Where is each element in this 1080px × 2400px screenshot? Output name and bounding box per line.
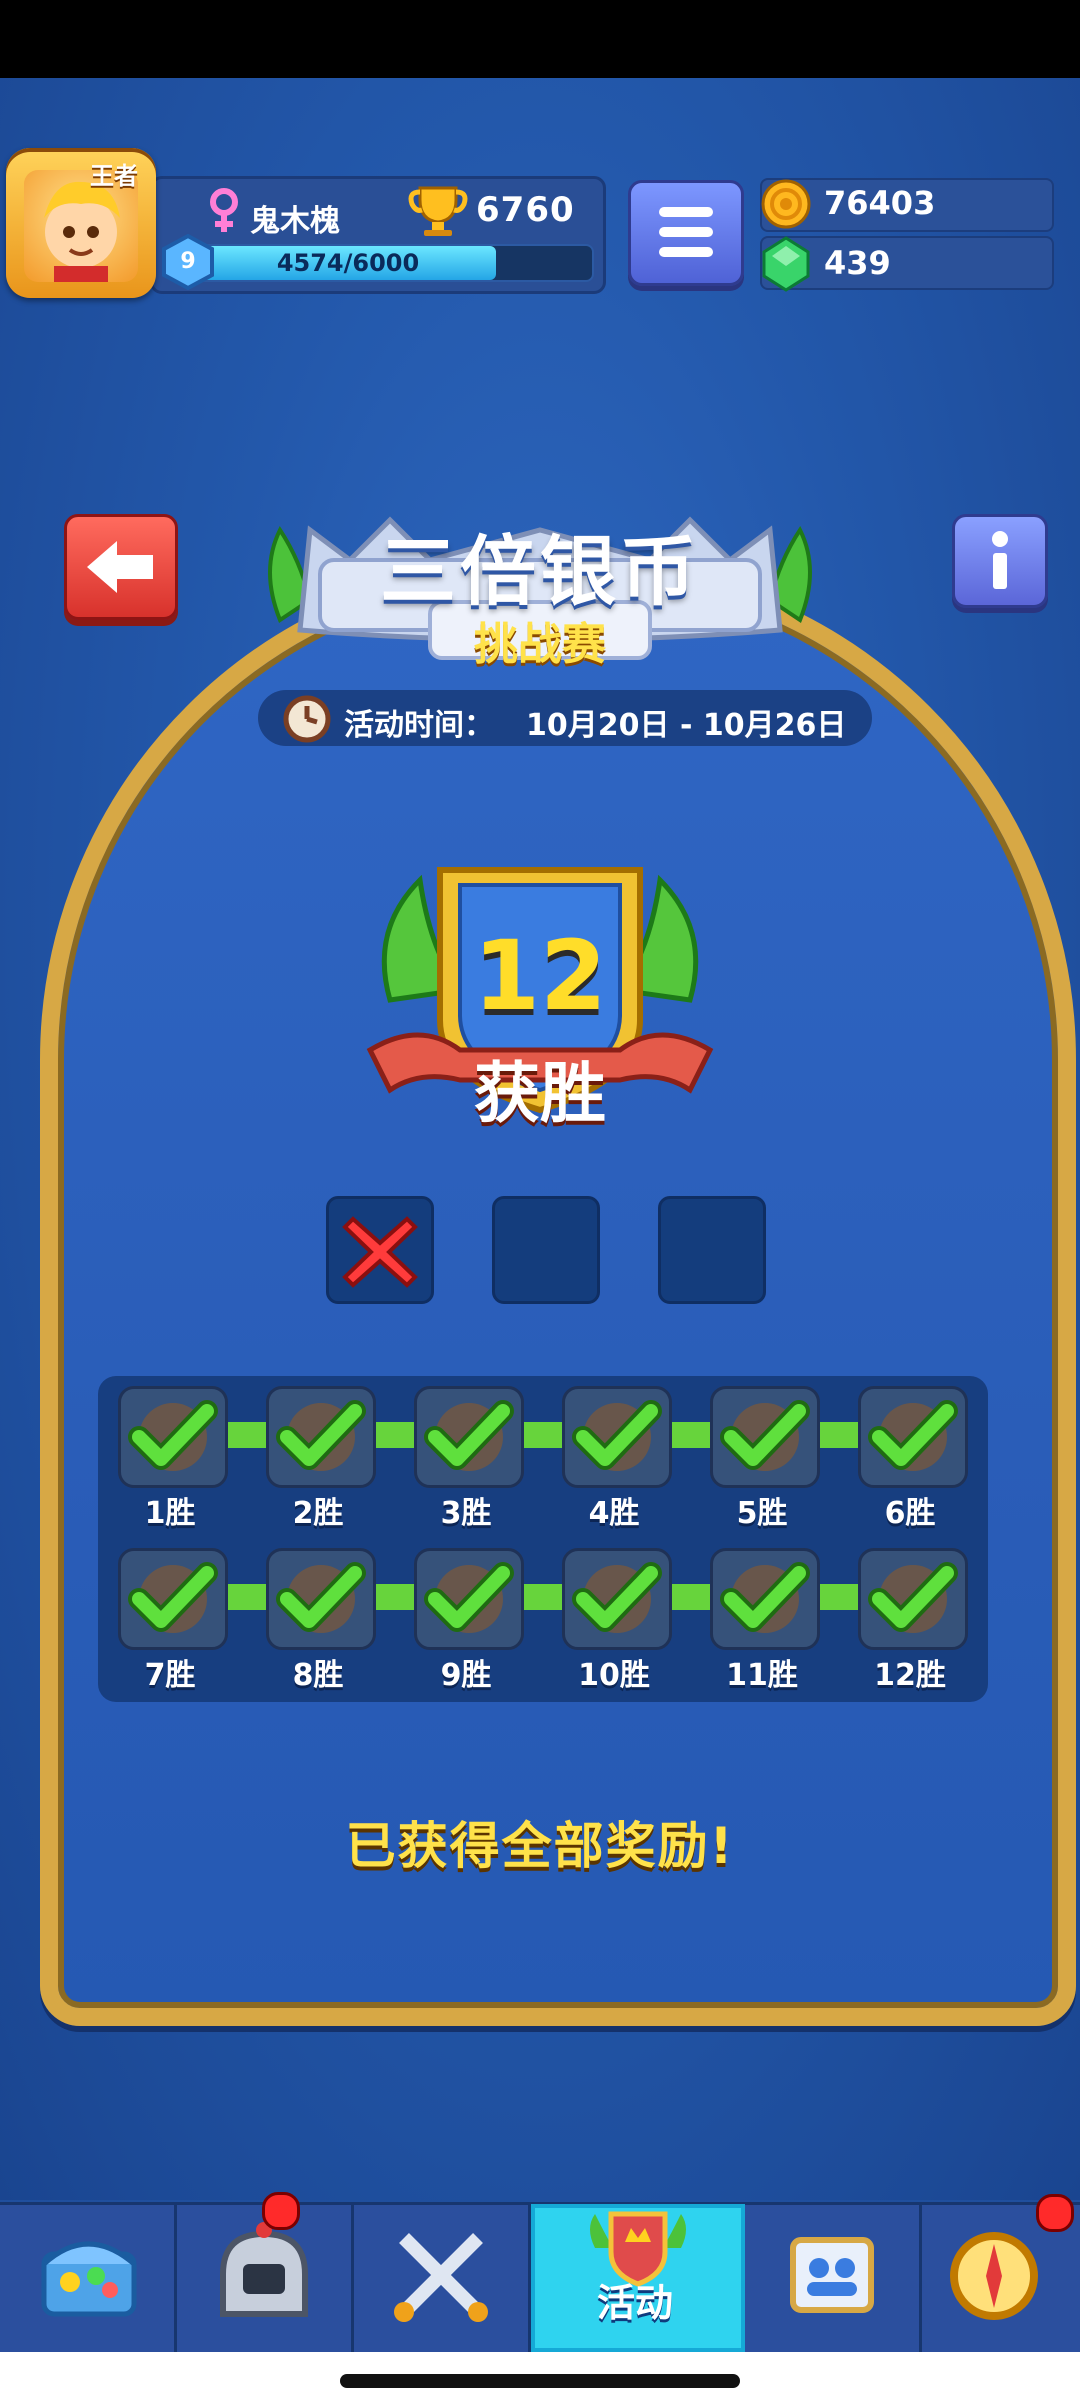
all-rewards-claimed-message: 已获得全部奖励!: [345, 1817, 735, 1875]
reward-node[interactable]: [562, 1548, 672, 1650]
event-time-value: 10月20日 - 10月26日: [526, 708, 847, 743]
arrow-left-icon: [87, 541, 153, 593]
reward-node-label: 5胜: [736, 1496, 788, 1531]
player-name: 鬼木槐: [250, 204, 340, 239]
reward-node-label: 8胜: [292, 1658, 344, 1693]
trophy-icon: [408, 186, 468, 236]
trophy-count: 6760: [476, 190, 575, 230]
reward-node-label: 12胜: [874, 1658, 946, 1693]
xp-text: 4574/6000: [276, 249, 420, 277]
xp-bar: 4574/6000: [186, 244, 594, 282]
reward-node-label: 1胜: [144, 1496, 196, 1531]
win-count: 12: [473, 920, 607, 1032]
checkmark-icon: [424, 1562, 514, 1633]
reward-node[interactable]: [118, 1386, 228, 1488]
player-level: 9: [180, 249, 196, 274]
nav-social[interactable]: [745, 2204, 922, 2352]
reward-node[interactable]: [414, 1386, 524, 1488]
home-indicator[interactable]: [340, 2374, 740, 2388]
reward-node-label: 6胜: [884, 1496, 936, 1531]
checkmark-icon: [276, 1562, 366, 1633]
reward-node-label: 4胜: [588, 1496, 640, 1531]
social-clan-icon: [790, 2237, 874, 2313]
nav-heroes-badge: [262, 2192, 300, 2230]
reward-node[interactable]: [266, 1386, 376, 1488]
female-gender-icon: [210, 188, 238, 232]
attempt-slot-2: [492, 1196, 600, 1304]
menu-icon: [659, 207, 713, 267]
nav-explore-badge: [1036, 2194, 1074, 2232]
gem-count: 439: [824, 244, 891, 282]
knight-helmet-icon: [220, 2222, 308, 2317]
reward-node[interactable]: [858, 1386, 968, 1488]
coin-icon: [761, 179, 811, 229]
reward-node-label: 7胜: [144, 1658, 196, 1693]
attempt-slot-3: [658, 1196, 766, 1304]
nav-heroes[interactable]: [177, 2204, 354, 2352]
attempt-slot-1: [326, 1196, 434, 1304]
rank-label: 王者: [90, 162, 138, 190]
clock-icon: [283, 695, 331, 743]
info-button[interactable]: [952, 514, 1048, 608]
reward-node-label: 10胜: [578, 1658, 650, 1693]
win-count-label: 获胜: [474, 1055, 606, 1132]
reward-node-label: 9胜: [440, 1658, 492, 1693]
menu-button[interactable]: [628, 180, 744, 286]
checkmark-icon: [572, 1400, 662, 1471]
checkmark-icon: [128, 1562, 218, 1633]
checkmark-icon: [720, 1562, 810, 1633]
event-title: 三倍银币: [380, 527, 700, 616]
reward-node[interactable]: [414, 1548, 524, 1650]
info-icon: [992, 531, 1008, 589]
back-button[interactable]: [64, 514, 178, 620]
nav-battle[interactable]: [354, 2204, 531, 2352]
reward-node-label: 3胜: [440, 1496, 492, 1531]
checkmark-icon: [720, 1400, 810, 1471]
reward-node-label: 2胜: [292, 1496, 344, 1531]
reward-node[interactable]: [562, 1386, 672, 1488]
reward-node[interactable]: [266, 1548, 376, 1650]
event-time-label: 活动时间：: [344, 708, 494, 743]
checkmark-icon: [424, 1400, 514, 1471]
checkmark-icon: [868, 1400, 958, 1471]
reward-node[interactable]: [118, 1548, 228, 1650]
reward-node[interactable]: [710, 1386, 820, 1488]
treasure-chest-icon: [41, 2241, 137, 2317]
gem-icon: [762, 236, 810, 292]
nav-shop[interactable]: [0, 2204, 177, 2352]
checkmark-icon: [276, 1400, 366, 1471]
reward-node-label: 11胜: [726, 1658, 798, 1693]
checkmark-icon: [868, 1562, 958, 1633]
reward-node[interactable]: [710, 1548, 820, 1650]
checkmark-icon: [572, 1562, 662, 1633]
coin-count: 76403: [824, 184, 936, 222]
crossed-swords-icon: [394, 2233, 488, 2322]
event-subtitle: 挑战赛: [474, 619, 606, 670]
checkmark-icon: [128, 1400, 218, 1471]
nav-events-label: 活动: [596, 2281, 673, 2325]
cross-icon: [342, 1216, 418, 1288]
reward-node[interactable]: [858, 1548, 968, 1650]
status-bar: [0, 0, 1080, 78]
